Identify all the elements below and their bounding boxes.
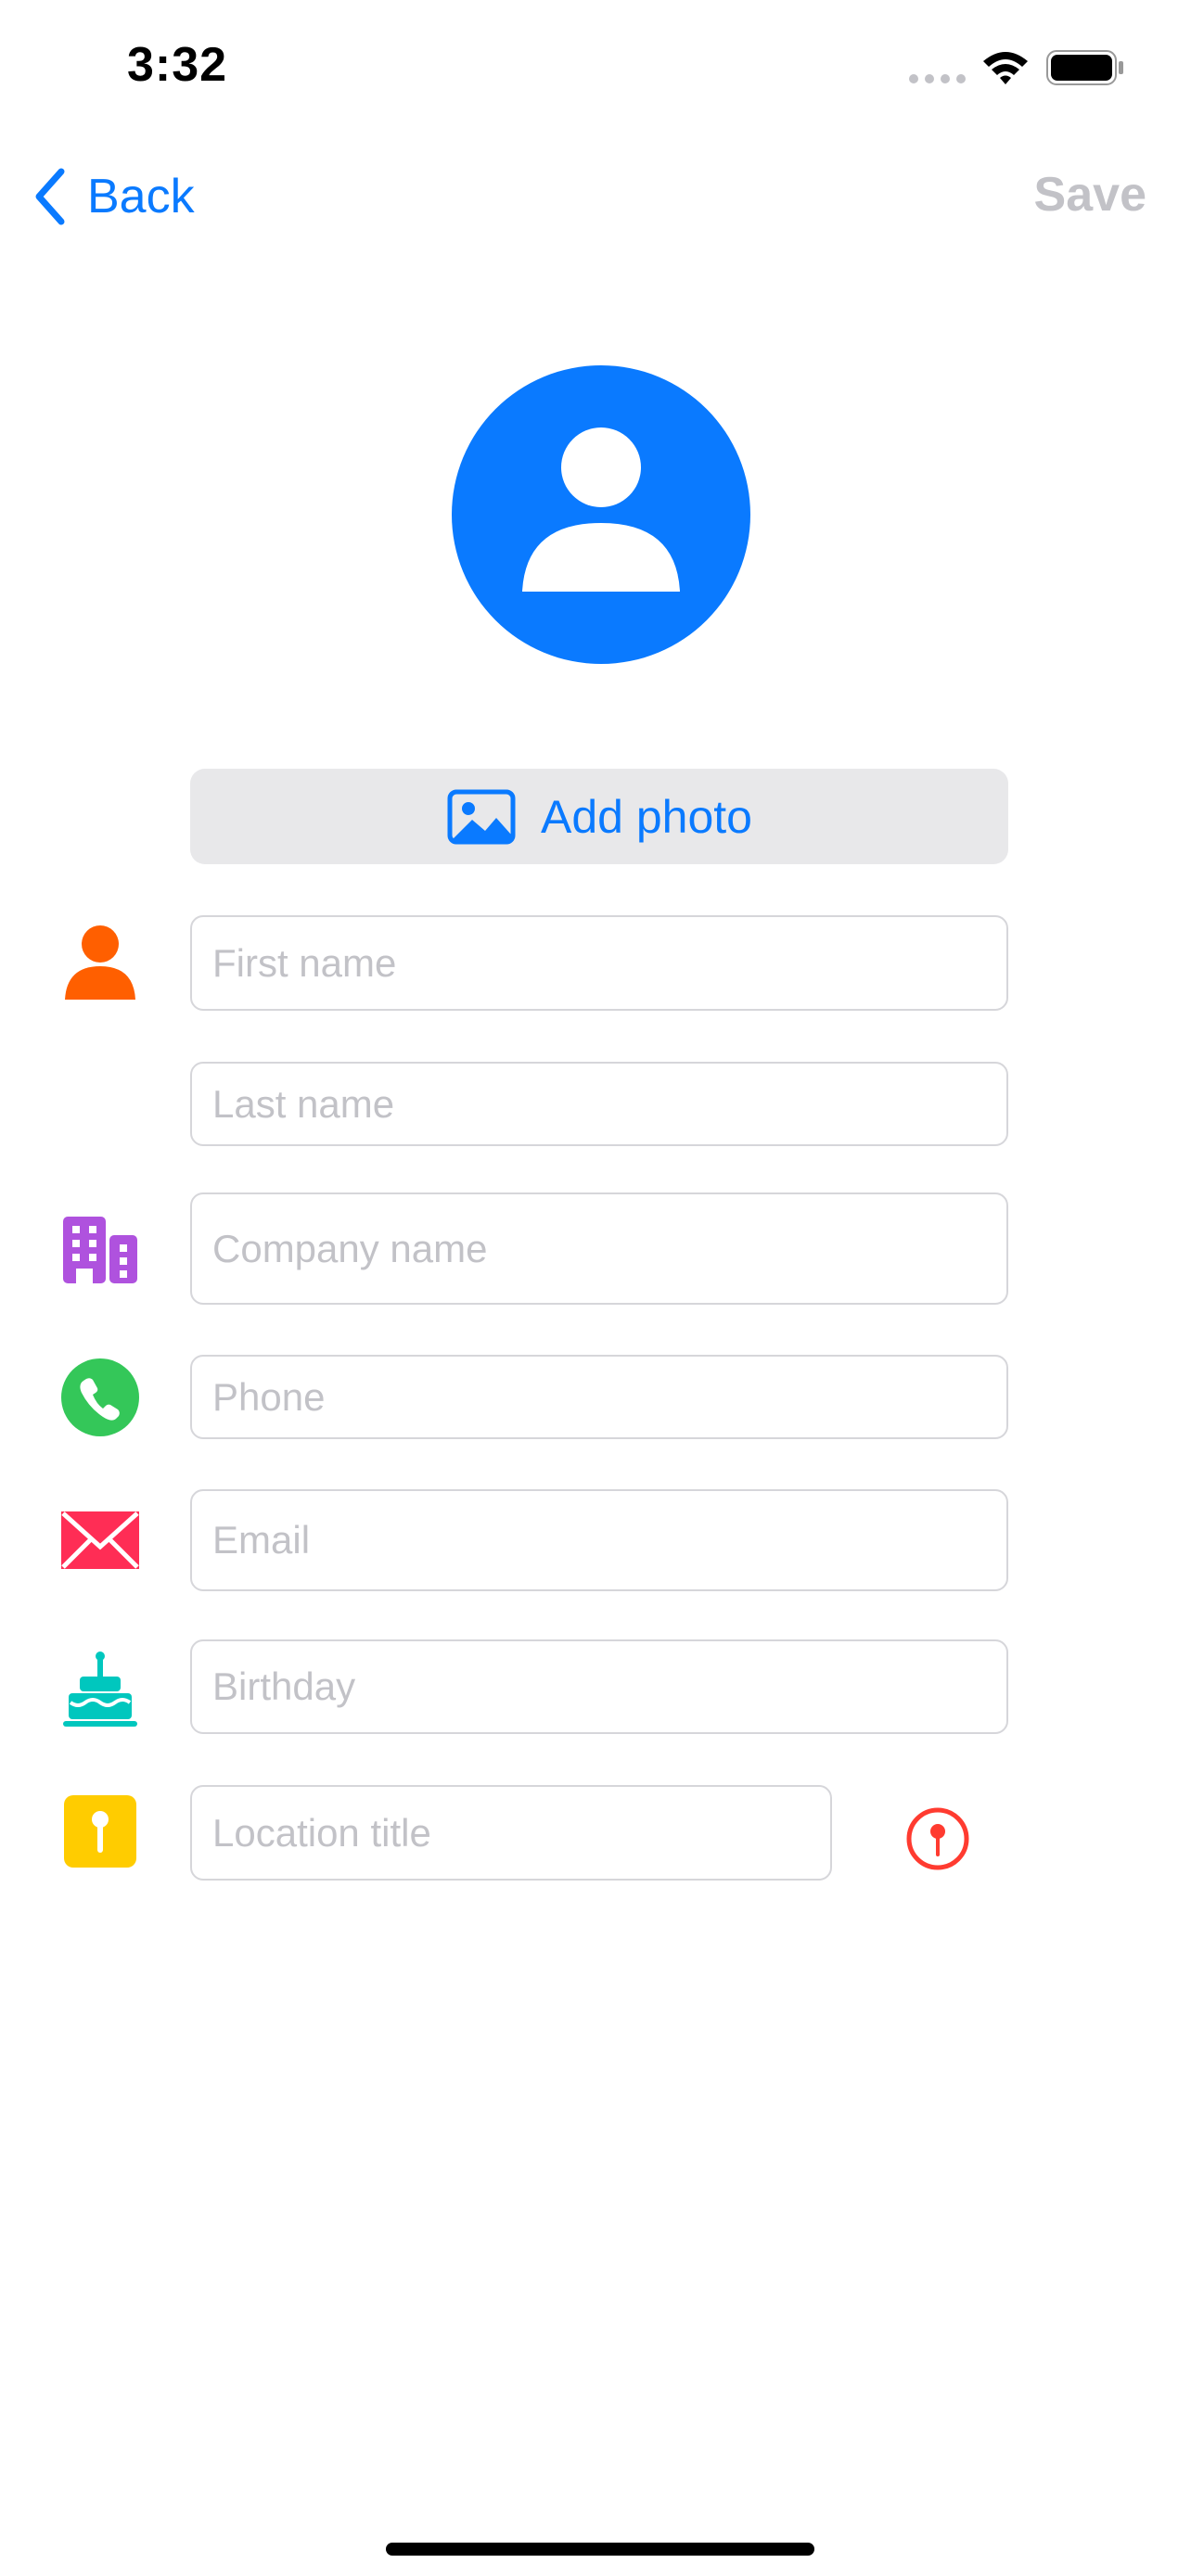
person-icon: [61, 924, 139, 1001]
status-time: 3:32: [127, 38, 228, 92]
email-field[interactable]: [190, 1489, 1008, 1591]
add-photo-button[interactable]: Add photo: [190, 769, 1008, 864]
first-name-input[interactable]: [192, 917, 1006, 1009]
location-title-field[interactable]: [190, 1785, 832, 1881]
home-indicator[interactable]: [386, 2543, 814, 2556]
birthday-input[interactable]: [192, 1641, 1006, 1732]
company-name-input[interactable]: [192, 1194, 1006, 1303]
envelope-icon: [61, 1510, 139, 1588]
last-name-field[interactable]: [190, 1062, 1008, 1146]
cellular-signal-icon: [909, 74, 967, 85]
email-input[interactable]: [192, 1491, 1006, 1589]
location-title-input[interactable]: [192, 1787, 830, 1879]
back-button[interactable]: Back: [33, 163, 195, 230]
building-icon: [61, 1215, 139, 1293]
first-name-field[interactable]: [190, 915, 1008, 1011]
photo-icon: [447, 789, 516, 844]
cake-icon: [61, 1651, 139, 1728]
avatar: [452, 365, 750, 664]
person-silhouette-icon: [522, 427, 680, 592]
phone-field[interactable]: [190, 1355, 1008, 1439]
phone-input[interactable]: [192, 1357, 1006, 1437]
back-label: Back: [87, 170, 195, 223]
last-name-input[interactable]: [192, 1064, 1006, 1144]
map-pin-icon: [64, 1795, 136, 1868]
pick-location-button[interactable]: [905, 1806, 970, 1871]
phone-icon: [61, 1358, 139, 1436]
add-photo-label: Add photo: [541, 790, 752, 843]
company-name-field[interactable]: [190, 1192, 1008, 1305]
birthday-field[interactable]: [190, 1639, 1008, 1734]
pin-circle-icon: [906, 1807, 969, 1870]
save-button[interactable]: Save: [1034, 167, 1146, 223]
wifi-icon: [981, 48, 1030, 85]
chevron-left-icon: [35, 168, 65, 225]
battery-icon: [1046, 50, 1124, 85]
